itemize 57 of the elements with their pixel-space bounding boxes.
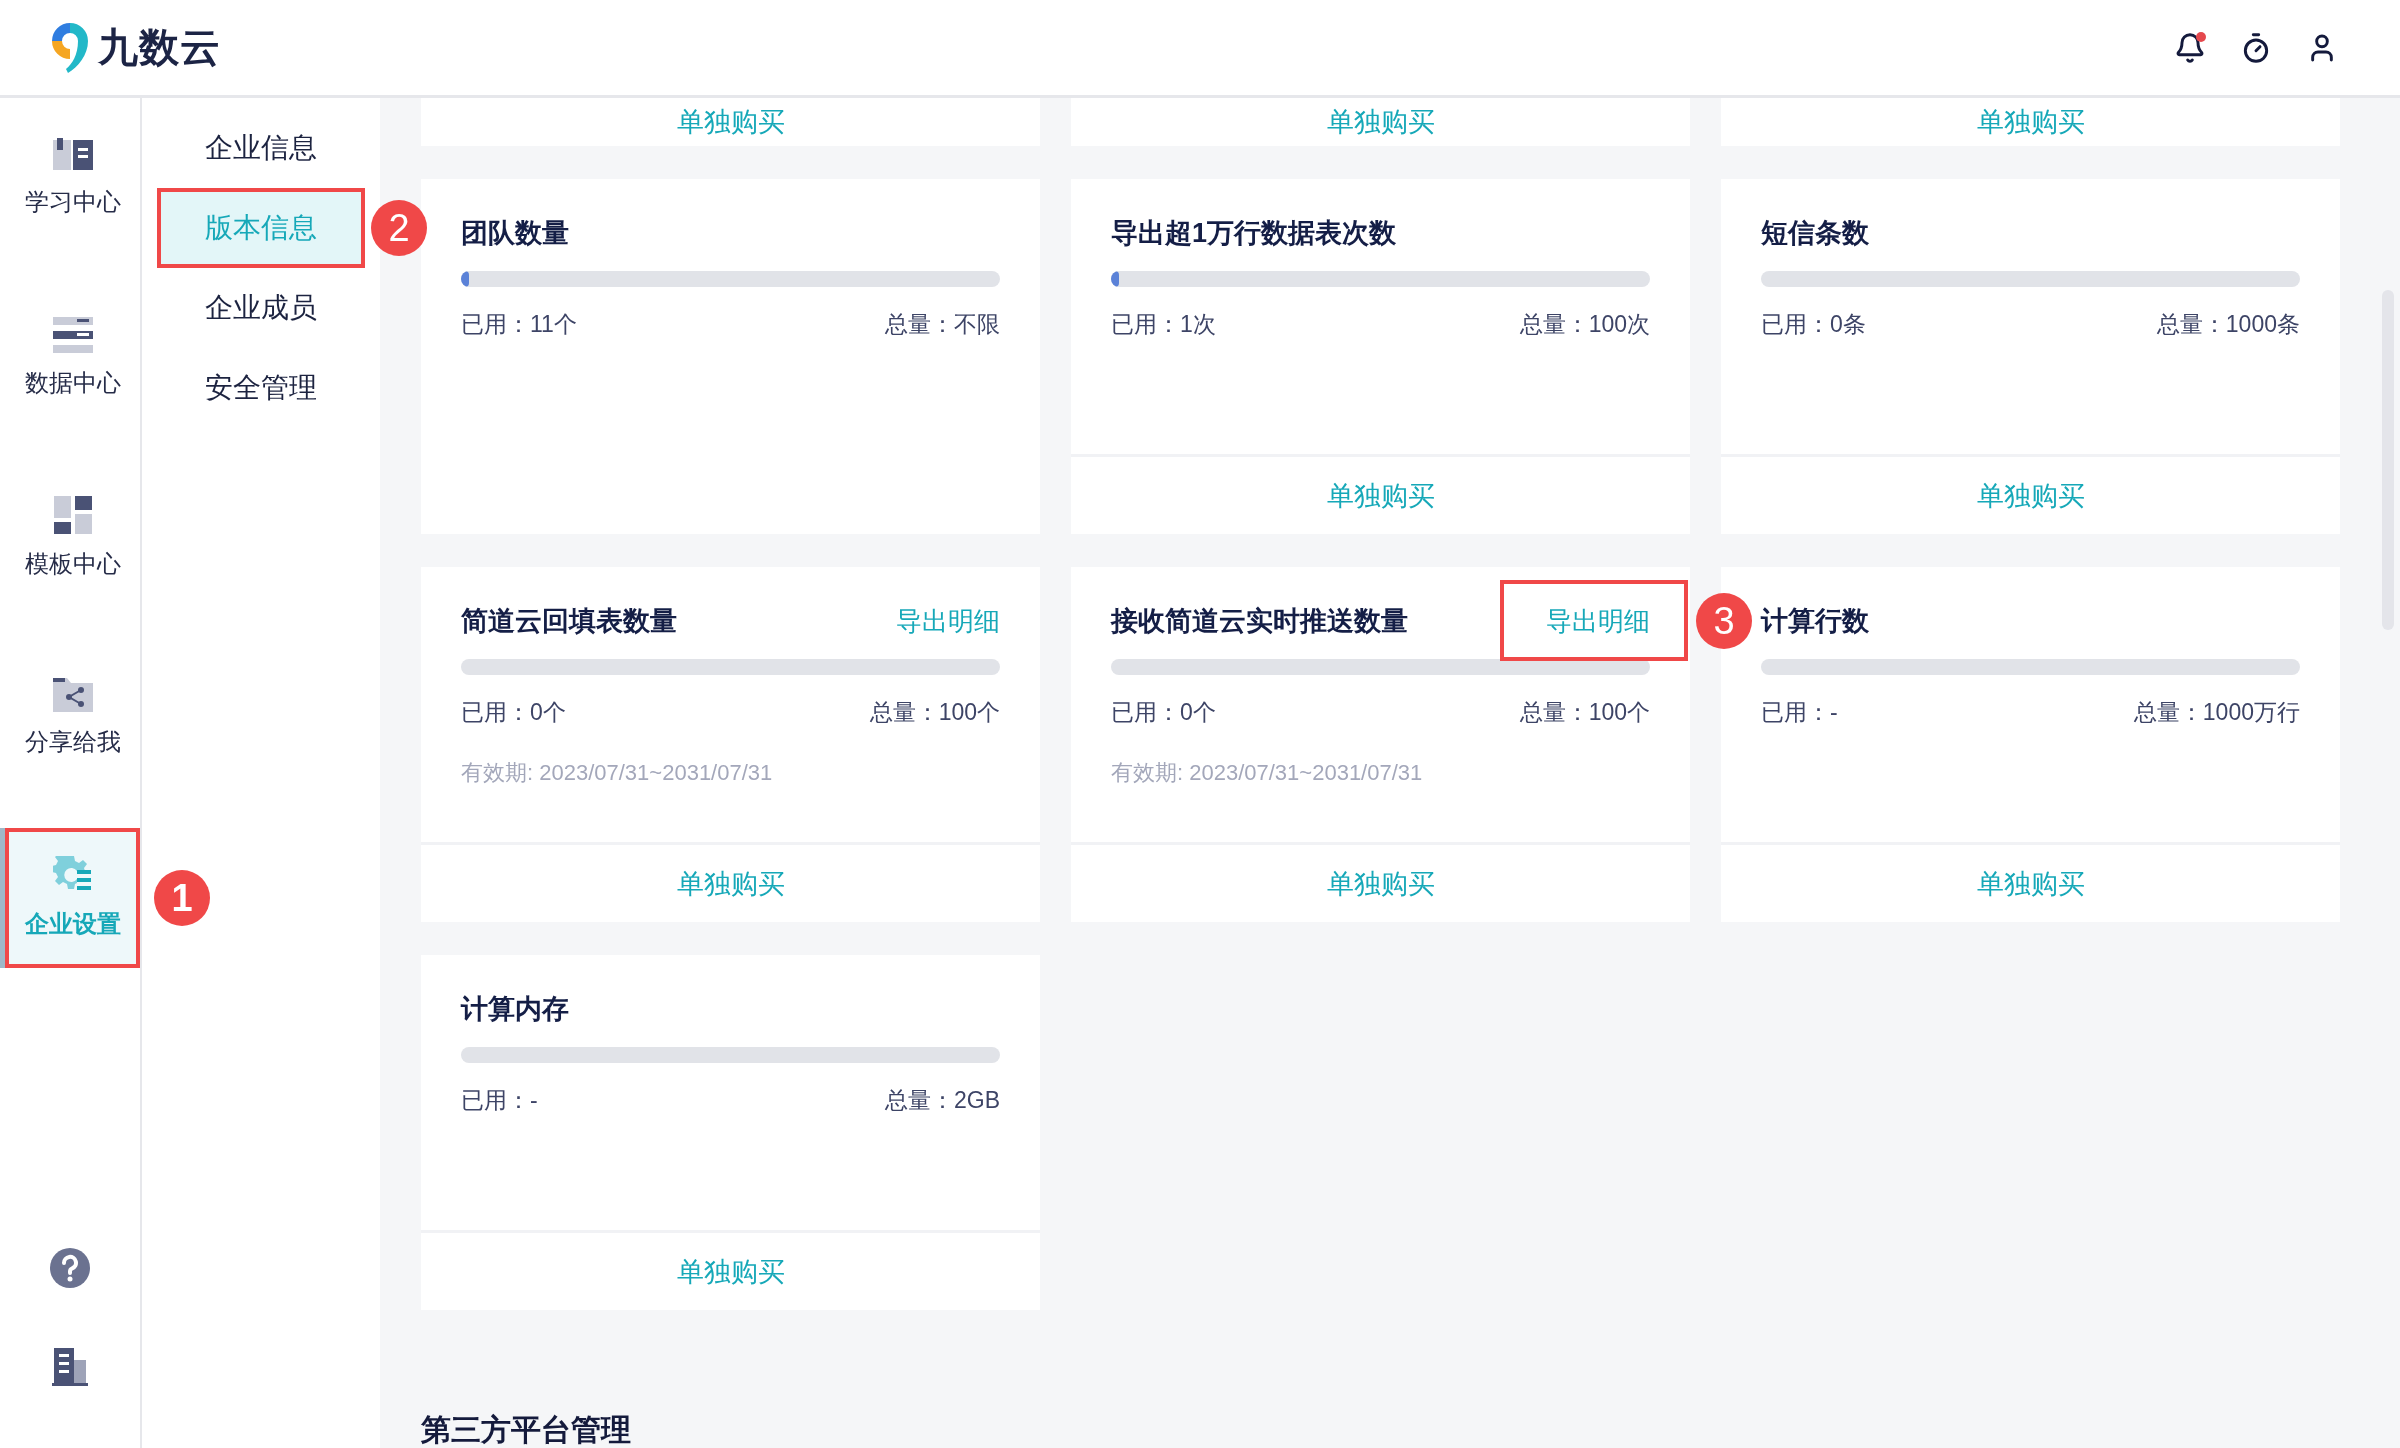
card-title: 短信条数 [1761, 217, 1869, 250]
buy-link[interactable]: 单独购买 [1326, 104, 1435, 140]
rail-label: 企业设置 [24, 909, 121, 939]
buy-link[interactable]: 单独购买 [676, 865, 785, 902]
card-title: 导出超1万行数据表次数 [1111, 217, 1397, 250]
logo-icon [50, 20, 90, 75]
export-details-link[interactable]: 导出明细 [1546, 603, 1650, 639]
export-details-link[interactable]: 导出明细 [896, 603, 1000, 639]
annotation-badge: 3 [1696, 593, 1752, 649]
buy-link[interactable]: 单独购买 [1326, 477, 1435, 514]
validity-period: 有效期: 2023/07/31~2031/07/31 [1111, 759, 1424, 787]
validity-period: 有效期: 2023/07/31~2031/07/31 [461, 759, 774, 787]
card-title: 团队数量 [461, 217, 569, 250]
rail-label: 分享给我 [24, 727, 121, 757]
help-icon[interactable] [50, 1248, 90, 1288]
submenu-item[interactable]: 企业成员 [157, 268, 365, 348]
notification-bell-icon[interactable] [2174, 31, 2206, 64]
building-icon[interactable] [52, 1348, 88, 1386]
submenu-item[interactable]: 安全管理 [157, 348, 365, 428]
rail-item[interactable]: 数据中心 [0, 288, 140, 428]
card-title: 计算行数 [1761, 605, 1869, 638]
used-amount: 已用：11个 [461, 310, 577, 339]
section-heading: 第三方平台管理 [421, 1412, 632, 1448]
rail-label: 数据中心 [24, 368, 121, 398]
shared-folder-icon [52, 678, 93, 712]
buy-link[interactable]: 单独购买 [1976, 865, 2085, 902]
card-title: 接收简道云实时推送数量 [1111, 605, 1408, 638]
used-amount: 已用：1次 [1111, 310, 1216, 339]
layout-icon [53, 496, 92, 534]
book-icon [52, 138, 93, 172]
total-amount: 总量：100个 [869, 698, 1000, 727]
used-amount: 已用：- [1761, 698, 1838, 727]
total-amount: 总量：2GB [884, 1086, 1000, 1115]
used-amount: 已用：0条 [1761, 310, 1866, 339]
rail-label: 学习中心 [24, 187, 121, 217]
card-title: 计算内存 [461, 993, 569, 1026]
rail-label: 模板中心 [24, 549, 121, 579]
total-amount: 总量：100个 [1519, 698, 1650, 727]
used-amount: 已用：0个 [461, 698, 566, 727]
list-icon [52, 317, 93, 353]
total-amount: 总量：1000条 [2156, 310, 2300, 339]
total-amount: 总量：100次 [1519, 310, 1650, 339]
buy-link[interactable]: 单独购买 [1326, 865, 1435, 902]
used-amount: 已用：0个 [1111, 698, 1216, 727]
total-amount: 总量：1000万行 [2133, 698, 2300, 727]
buy-link[interactable]: 单独购买 [676, 1253, 785, 1290]
rail-item[interactable]: 分享给我 [0, 648, 140, 788]
buy-link[interactable]: 单独购买 [1976, 104, 2085, 140]
rail-item[interactable]: 学习中心 [0, 108, 140, 248]
submenu-item[interactable]: 企业信息 [157, 108, 365, 188]
buy-link[interactable]: 单独购买 [1976, 477, 2085, 514]
used-amount: 已用：- [461, 1086, 538, 1115]
buy-link[interactable]: 单独购买 [676, 104, 785, 140]
rail-item[interactable]: 模板中心 [0, 468, 140, 608]
logo-text: 九数云 [98, 24, 221, 71]
card-title: 简道云回填表数量 [461, 605, 677, 638]
total-amount: 总量：不限 [885, 310, 1000, 339]
